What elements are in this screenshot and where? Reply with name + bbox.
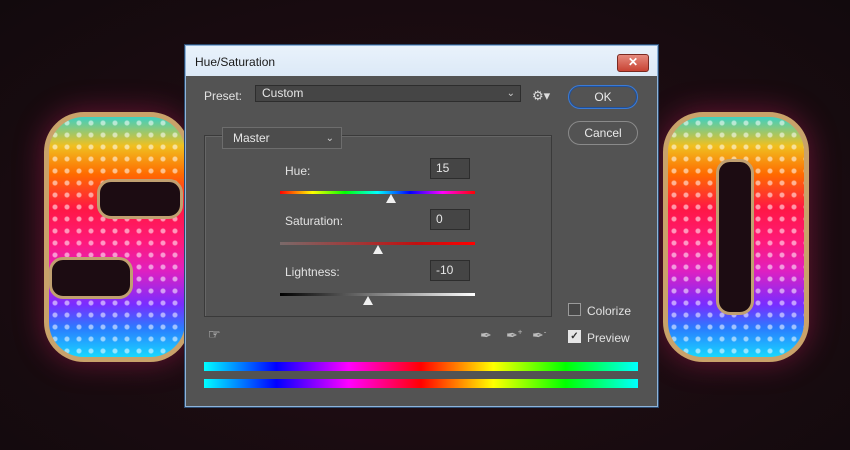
ok-button[interactable]: OK <box>568 85 638 109</box>
source-color-spectrum <box>204 362 638 371</box>
saturation-slider-thumb[interactable] <box>372 245 383 254</box>
hue-label: Hue: <box>285 164 311 178</box>
chevron-down-icon: ⌄ <box>506 88 515 99</box>
saturation-input[interactable]: 0 <box>430 209 470 230</box>
preset-label: Preset: <box>204 89 243 103</box>
eyedropper-minus-icon[interactable]: ✒- <box>532 327 546 344</box>
hue-slider-thumb[interactable] <box>386 194 397 203</box>
eyedropper-plus-icon[interactable]: ✒+ <box>506 327 522 344</box>
letter-cutout <box>716 159 754 315</box>
adjustment-panel <box>204 135 552 317</box>
colorize-checkbox[interactable] <box>568 303 581 316</box>
saturation-label: Saturation: <box>285 214 344 228</box>
channel-select[interactable]: Master ⌄ <box>222 127 342 149</box>
lightness-slider-thumb[interactable] <box>362 296 373 305</box>
hue-input[interactable]: 15 <box>430 158 470 179</box>
hand-target-icon[interactable]: ☞ <box>208 326 221 343</box>
eyedropper-icon[interactable]: ✒ <box>480 327 492 344</box>
result-color-spectrum <box>204 379 638 388</box>
preset-select[interactable]: Custom ⌄ <box>255 85 521 102</box>
lightness-input[interactable]: -10 <box>430 260 470 281</box>
gear-icon[interactable]: ⚙▾ <box>532 88 550 104</box>
channel-value: Master <box>233 131 270 145</box>
lightness-slider-track[interactable] <box>280 293 475 296</box>
letter-cutout <box>49 257 133 299</box>
close-button[interactable]: ✕ <box>617 54 649 72</box>
title-bar[interactable]: Hue/Saturation ✕ <box>186 46 657 76</box>
preview-checkbox[interactable]: ✓ <box>568 330 581 343</box>
letter-cutout <box>97 179 183 219</box>
dialog-title: Hue/Saturation <box>195 55 276 69</box>
cancel-button[interactable]: Cancel <box>568 121 638 145</box>
chevron-down-icon: ⌄ <box>325 133 334 144</box>
preset-value: Custom <box>262 86 304 100</box>
background-letter-o <box>663 112 809 362</box>
lightness-label: Lightness: <box>285 265 340 279</box>
background-letter-s <box>44 112 190 362</box>
colorize-label: Colorize <box>587 304 632 318</box>
hue-saturation-dialog: Hue/Saturation ✕ Preset: Custom ⌄ ⚙▾ OK … <box>185 45 658 407</box>
hue-slider-track[interactable] <box>280 191 475 194</box>
preview-label: Preview <box>587 331 630 345</box>
